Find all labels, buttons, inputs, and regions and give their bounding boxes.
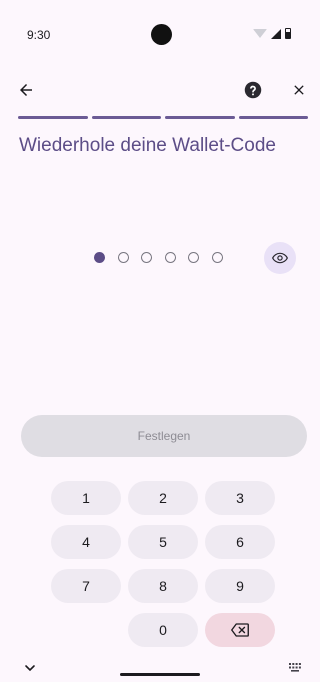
show-code-toggle[interactable] — [264, 242, 296, 274]
status-time: 9:30 — [27, 28, 51, 42]
pin-dot-filled — [94, 252, 105, 263]
backspace-icon — [231, 623, 249, 637]
keypad-key-8[interactable]: 8 — [128, 569, 198, 603]
help-button[interactable] — [243, 80, 263, 100]
pin-dot — [211, 252, 223, 263]
pin-dot — [141, 252, 153, 263]
page-title: Wiederhole deine Wallet-Code — [19, 135, 276, 156]
pin-dot — [117, 252, 129, 263]
progress-segment — [18, 116, 88, 119]
step-progress — [18, 116, 308, 119]
keypad-key-6[interactable]: 6 — [205, 525, 275, 559]
progress-segment — [165, 116, 235, 119]
submit-button[interactable]: Festlegen — [21, 415, 307, 457]
home-indicator[interactable] — [120, 673, 200, 676]
progress-segment — [238, 116, 308, 119]
help-circle-icon — [244, 81, 262, 99]
keypad-key-5[interactable]: 5 — [128, 525, 198, 559]
keypad-key-7[interactable]: 7 — [51, 569, 121, 603]
hide-keyboard-button[interactable] — [24, 660, 36, 672]
pin-indicator — [94, 252, 223, 263]
close-icon — [294, 85, 304, 95]
eye-icon — [272, 252, 288, 264]
arrow-left-icon — [20, 84, 32, 96]
battery-icon — [285, 28, 291, 39]
keyboard-grid-icon — [289, 663, 301, 672]
camera-cutout — [151, 24, 172, 45]
keypad-key-1[interactable]: 1 — [51, 481, 121, 515]
keypad-key-9[interactable]: 9 — [205, 569, 275, 603]
pin-dot — [188, 252, 200, 263]
wifi-icon — [253, 29, 267, 38]
chevron-down-icon — [25, 665, 35, 672]
keypad-key-4[interactable]: 4 — [51, 525, 121, 559]
keypad-key-0[interactable]: 0 — [128, 613, 198, 647]
keypad-key-2[interactable]: 2 — [128, 481, 198, 515]
keyboard-switch-button[interactable] — [289, 659, 301, 672]
back-button[interactable] — [14, 78, 38, 102]
close-button[interactable] — [287, 78, 311, 102]
status-icons — [253, 28, 291, 39]
backspace-button[interactable] — [205, 613, 275, 647]
progress-segment — [91, 116, 161, 119]
keypad-key-3[interactable]: 3 — [205, 481, 275, 515]
signal-icon — [271, 28, 281, 39]
pin-dot — [164, 252, 176, 263]
